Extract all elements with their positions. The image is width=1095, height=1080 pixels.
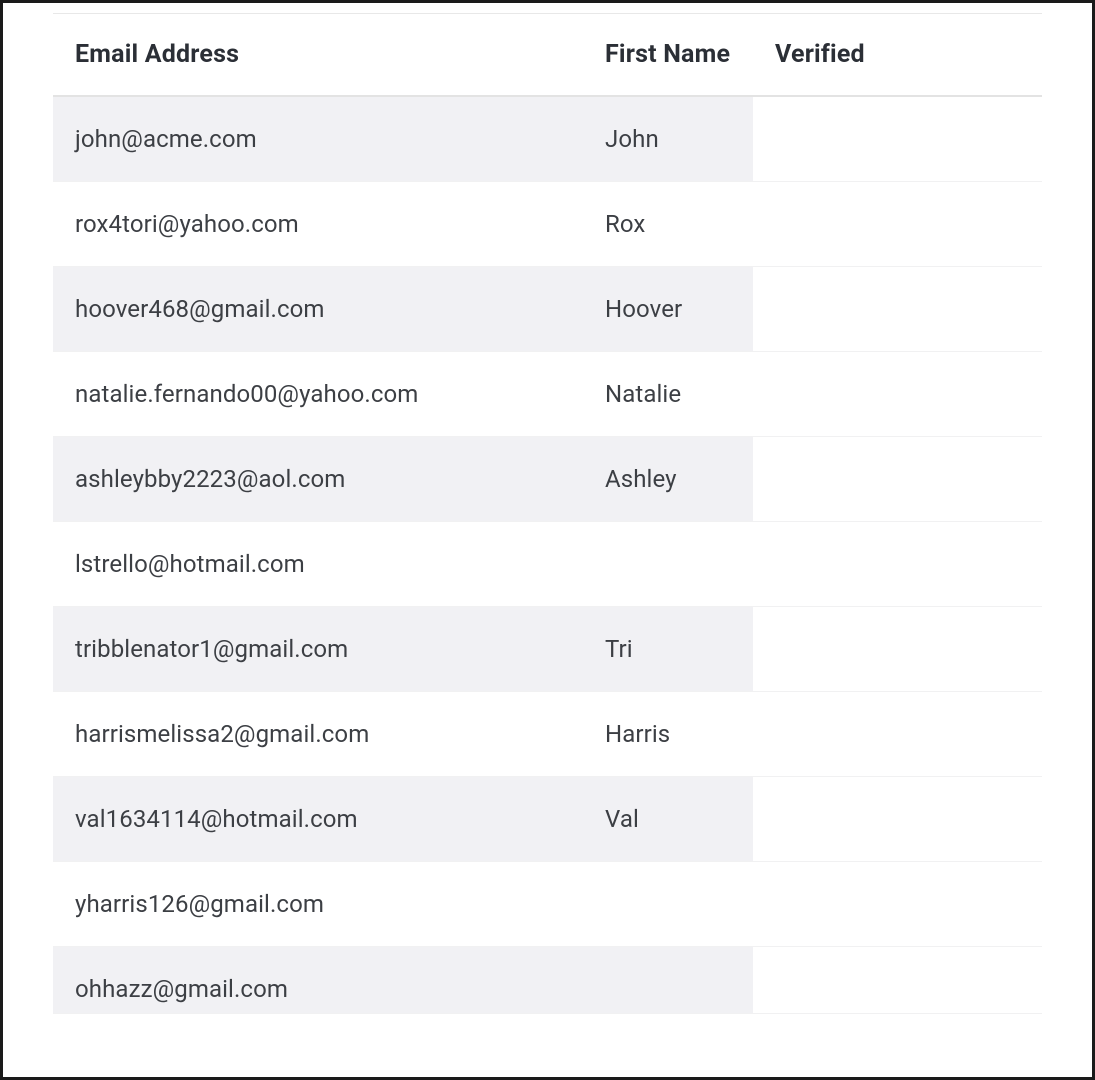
- table-row[interactable]: harrismelissa2@gmail.com Harris: [53, 692, 1042, 777]
- cell-email: harrismelissa2@gmail.com: [53, 692, 583, 777]
- cell-verified: [753, 522, 1042, 607]
- column-header-email[interactable]: Email Address: [53, 20, 583, 96]
- cell-verified: [753, 182, 1042, 267]
- cell-email: hoover468@gmail.com: [53, 267, 583, 352]
- table-header-row: Email Address First Name Verified: [53, 20, 1042, 96]
- column-header-first-name[interactable]: First Name: [583, 20, 753, 96]
- table-row[interactable]: tribblenator1@gmail.com Tri: [53, 607, 1042, 692]
- table-row[interactable]: rox4tori@yahoo.com Rox: [53, 182, 1042, 267]
- cell-first-name: Ashley: [583, 437, 753, 522]
- table-row[interactable]: ashleybby2223@aol.com Ashley: [53, 437, 1042, 522]
- table-row[interactable]: ohhazz@gmail.com: [53, 947, 1042, 1014]
- cell-first-name: Rox: [583, 182, 753, 267]
- cell-verified: [753, 96, 1042, 182]
- cell-first-name: Hoover: [583, 267, 753, 352]
- cell-verified: [753, 692, 1042, 777]
- cell-email: natalie.fernando00@yahoo.com: [53, 352, 583, 437]
- cell-verified: [753, 947, 1042, 1014]
- cell-first-name: Natalie: [583, 352, 753, 437]
- cell-verified: [753, 777, 1042, 862]
- cell-verified: [753, 862, 1042, 947]
- contacts-table: Email Address First Name Verified john@a…: [53, 20, 1042, 1014]
- cell-email: tribblenator1@gmail.com: [53, 607, 583, 692]
- cell-first-name: John: [583, 96, 753, 182]
- cell-first-name: [583, 522, 753, 607]
- cell-email: ohhazz@gmail.com: [53, 947, 583, 1014]
- cell-email: val1634114@hotmail.com: [53, 777, 583, 862]
- cell-verified: [753, 607, 1042, 692]
- cell-first-name: [583, 947, 753, 1014]
- table-row[interactable]: john@acme.com John: [53, 96, 1042, 182]
- cell-email: john@acme.com: [53, 96, 583, 182]
- cell-verified: [753, 267, 1042, 352]
- cell-verified: [753, 437, 1042, 522]
- cell-email: lstrello@hotmail.com: [53, 522, 583, 607]
- cell-verified: [753, 352, 1042, 437]
- table-row[interactable]: yharris126@gmail.com: [53, 862, 1042, 947]
- cell-email: rox4tori@yahoo.com: [53, 182, 583, 267]
- cell-first-name: [583, 862, 753, 947]
- cell-email: ashleybby2223@aol.com: [53, 437, 583, 522]
- column-header-verified[interactable]: Verified: [753, 20, 1042, 96]
- cell-first-name: Harris: [583, 692, 753, 777]
- table-row[interactable]: lstrello@hotmail.com: [53, 522, 1042, 607]
- table-row[interactable]: val1634114@hotmail.com Val: [53, 777, 1042, 862]
- cell-first-name: Tri: [583, 607, 753, 692]
- table-row[interactable]: hoover468@gmail.com Hoover: [53, 267, 1042, 352]
- cell-first-name: Val: [583, 777, 753, 862]
- contacts-table-wrap: Email Address First Name Verified john@a…: [53, 13, 1042, 1014]
- cell-email: yharris126@gmail.com: [53, 862, 583, 947]
- table-row[interactable]: natalie.fernando00@yahoo.com Natalie: [53, 352, 1042, 437]
